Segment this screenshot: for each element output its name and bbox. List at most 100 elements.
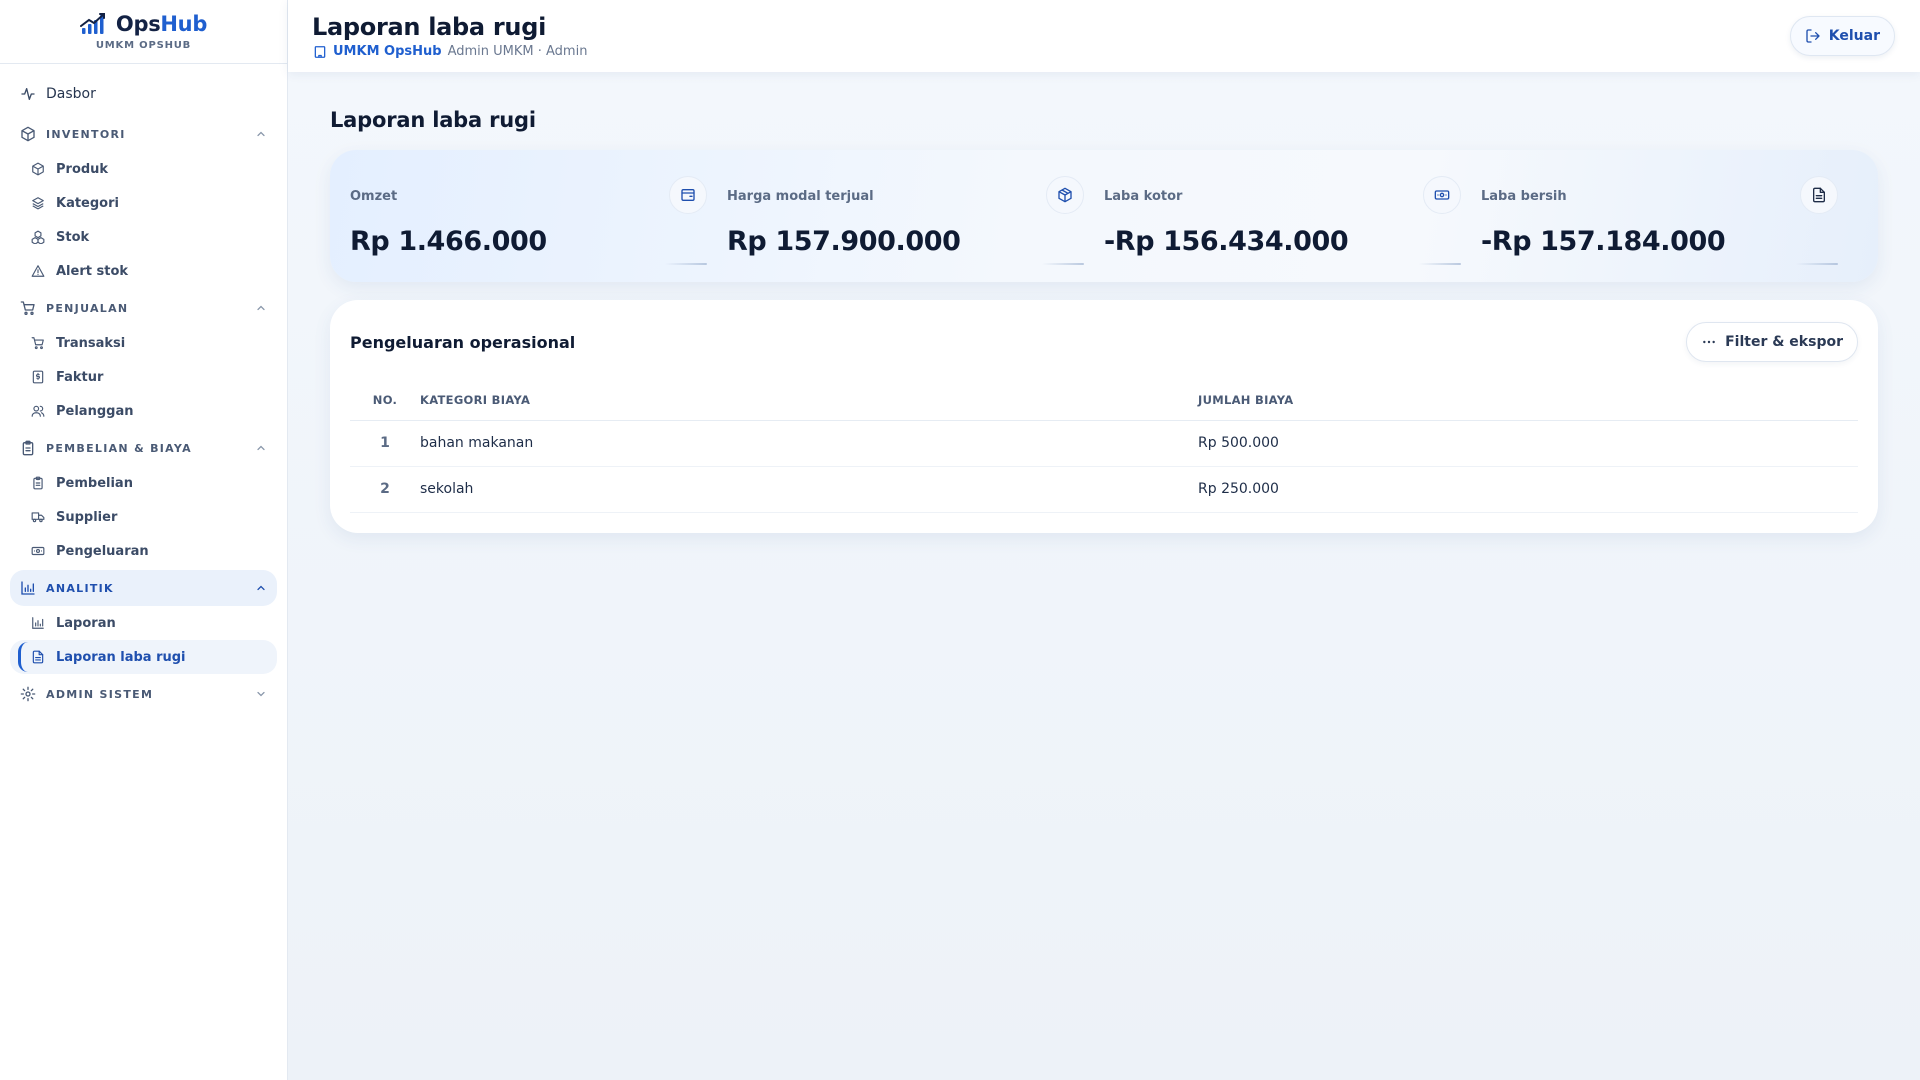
sidebar-item-dasbor[interactable]: Dasbor (10, 74, 277, 114)
stat-laba-kotor: Laba kotor -Rp 156.434.000 (1104, 150, 1481, 282)
sidebar-item-pengeluaran[interactable]: Pengeluaran (10, 534, 277, 568)
header-titles: Laporan laba rugi UMKM OpsHub Admin UMKM… (312, 13, 587, 60)
table-row[interactable]: 2 sekolah Rp 250.000 (350, 466, 1858, 513)
activity-icon (20, 86, 36, 102)
stat-value: Rp 1.466.000 (350, 226, 547, 257)
clipboard-icon (20, 440, 36, 456)
page-title: Laporan laba rugi (312, 12, 547, 41)
package-icon (30, 161, 46, 177)
sidebar-item-label: Pengeluaran (56, 543, 149, 559)
sidebar-item-label: Alert stok (56, 263, 129, 279)
sidebar-item-laporan-laba-rugi[interactable]: Laporan laba rugi (10, 640, 277, 674)
alert-triangle-icon (30, 263, 46, 279)
bar-chart-icon (30, 615, 46, 631)
logout-label: Keluar (1828, 28, 1880, 44)
filter-export-label: Filter & ekspor (1725, 334, 1843, 350)
sidebar-item-transaksi[interactable]: Transaksi (10, 326, 277, 360)
chevron-up-icon (255, 442, 267, 454)
wallet-icon (669, 176, 707, 214)
expenses-table: NO. KATEGORI BIAYA JUMLAH BIAYA 1 bahan … (350, 380, 1858, 513)
sidebar-section-admin-sistem[interactable]: ADMIN SISTEM (10, 676, 277, 712)
sidebar-item-label: Transaksi (56, 335, 126, 351)
logout-button[interactable]: Keluar (1789, 16, 1895, 56)
sidebar-item-label: Laporan (56, 615, 116, 631)
sidebar-item-laporan[interactable]: Laporan (10, 606, 277, 640)
sidebar-section-pembelian-biaya[interactable]: PEMBELIAN & BIAYA (10, 430, 277, 466)
main-area: Laporan laba rugi UMKM OpsHub Admin UMKM… (288, 0, 1920, 1080)
stat-value: -Rp 157.184.000 (1481, 226, 1726, 257)
sidebar-item-pembelian[interactable]: Pembelian (10, 466, 277, 500)
stat-label: Laba kotor (1104, 188, 1183, 204)
breadcrumb-role: Admin UMKM · Admin (447, 44, 588, 59)
sidebar-item-label: Supplier (56, 509, 118, 525)
table-row[interactable]: 1 bahan makanan Rp 500.000 (350, 420, 1858, 467)
sidebar-section-penjualan[interactable]: PENJUALAN (10, 290, 277, 326)
sidebar-item-pelanggan[interactable]: Pelanggan (10, 394, 277, 428)
brand-name-ops: Ops (115, 12, 161, 36)
stat-value: -Rp 156.434.000 (1104, 226, 1349, 257)
topbar: Laporan laba rugi UMKM OpsHub Admin UMKM… (288, 0, 1920, 72)
stat-harga-modal-terjual: Harga modal terjual Rp 157.900.000 (727, 150, 1104, 282)
sidebar-item-label: Dasbor (46, 86, 96, 102)
cell-jumlah: Rp 250.000 (1198, 466, 1858, 513)
sidebar-item-alert-stok[interactable]: Alert stok (10, 254, 277, 288)
package-icon (1046, 176, 1084, 214)
stat-label: Harga modal terjual (727, 188, 874, 204)
log-out-icon (1805, 28, 1821, 44)
receipt-icon (30, 369, 46, 385)
sidebar-item-faktur[interactable]: Faktur (10, 360, 277, 394)
expenses-table-body: 1 bahan makanan Rp 500.000 2 sekolah Rp … (350, 420, 1858, 513)
breadcrumb-org[interactable]: UMKM OpsHub (312, 44, 442, 60)
brand[interactable]: OpsHub UMKM OPSHUB (0, 0, 287, 64)
settings-icon (20, 686, 36, 702)
column-header-kategori[interactable]: KATEGORI BIAYA (420, 380, 1198, 421)
section-label: ADMIN SISTEM (46, 687, 154, 701)
shopping-cart-icon (20, 300, 36, 316)
sidebar-item-stok[interactable]: Stok (10, 220, 277, 254)
sidebar-nav: Dasbor INVENTORI Produk Kategori Stok Al… (0, 64, 287, 718)
table-header-row: NO. KATEGORI BIAYA JUMLAH BIAYA (350, 380, 1858, 421)
truck-icon (30, 509, 46, 525)
app-root: OpsHub UMKM OPSHUB Dasbor INVENTORI Prod… (0, 0, 1920, 1080)
stat-omzet: Omzet Rp 1.466.000 (350, 150, 727, 282)
cell-kategori: bahan makanan (420, 420, 1198, 467)
cell-jumlah: Rp 500.000 (1198, 420, 1858, 467)
box-icon (20, 126, 36, 142)
brand-name: OpsHub (116, 12, 207, 36)
chevron-down-icon (255, 688, 267, 700)
bar-chart-icon (20, 580, 36, 596)
stat-divider (1419, 263, 1461, 265)
column-header-no[interactable]: NO. (350, 380, 420, 421)
cell-no: 2 (350, 466, 420, 513)
cell-no: 1 (350, 420, 420, 467)
brand-name-hub: Hub (160, 12, 208, 36)
banknote-icon (30, 543, 46, 559)
cell-kategori: sekolah (420, 466, 1198, 513)
stat-divider (1796, 263, 1838, 265)
breadcrumb-org-label: UMKM OpsHub (333, 44, 442, 59)
brand-row: OpsHub (79, 12, 207, 36)
clipboard-list-icon (30, 475, 46, 491)
stat-value: Rp 157.900.000 (727, 226, 961, 257)
sidebar-item-supplier[interactable]: Supplier (10, 500, 277, 534)
stats-panel: Omzet Rp 1.466.000 Harga modal terjual R… (330, 150, 1878, 282)
sidebar-item-kategori[interactable]: Kategori (10, 186, 277, 220)
section-label: ANALITIK (46, 581, 114, 595)
sidebar-item-produk[interactable]: Produk (10, 152, 277, 186)
sidebar-item-label: Pembelian (56, 475, 133, 491)
stat-head: Omzet (350, 176, 707, 214)
stat-head: Laba bersih (1481, 176, 1838, 214)
building-icon (312, 44, 328, 60)
more-horizontal-icon (1701, 334, 1717, 350)
layers-icon (30, 195, 46, 211)
sidebar-section-analitik[interactable]: ANALITIK (10, 570, 277, 606)
banknote-icon (1423, 176, 1461, 214)
column-header-jumlah[interactable]: JUMLAH BIAYA (1198, 380, 1858, 421)
sidebar: OpsHub UMKM OPSHUB Dasbor INVENTORI Prod… (0, 0, 288, 1080)
expenses-card: Pengeluaran operasional Filter & ekspor … (330, 300, 1878, 533)
chevron-up-icon (255, 582, 267, 594)
chevron-up-icon (255, 128, 267, 140)
filter-export-button[interactable]: Filter & ekspor (1686, 322, 1858, 362)
sidebar-section-inventori[interactable]: INVENTORI (10, 116, 277, 152)
expenses-title: Pengeluaran operasional (350, 332, 576, 352)
